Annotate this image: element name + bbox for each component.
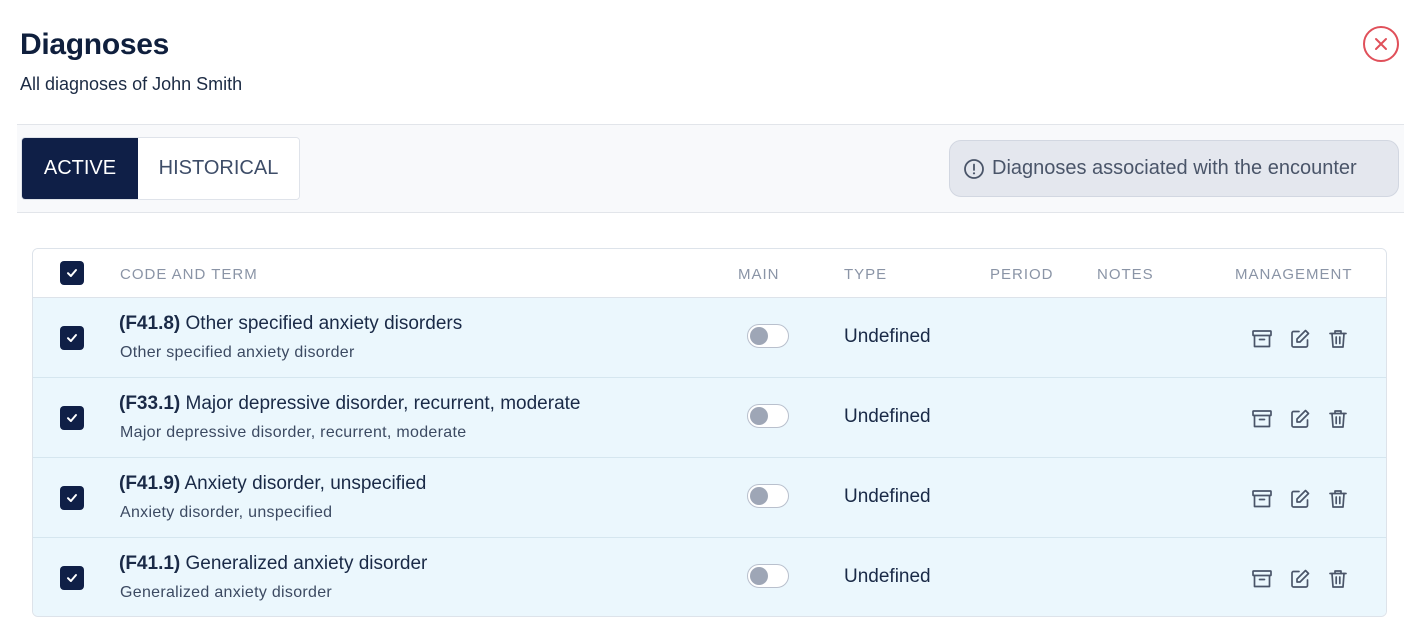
column-header-main[interactable]: MAIN xyxy=(738,266,780,283)
close-icon xyxy=(1375,38,1387,50)
trash-icon xyxy=(1329,570,1347,588)
diagnosis-code: (F41.8) xyxy=(119,313,181,334)
delete-button[interactable] xyxy=(1325,486,1351,512)
check-icon xyxy=(67,334,77,342)
diagnosis-type: Undefined xyxy=(844,406,931,427)
diagnosis-term: Generalized anxiety disorder xyxy=(185,553,428,574)
archive-icon xyxy=(1252,490,1272,508)
row-checkbox[interactable] xyxy=(60,326,84,350)
page-title: Diagnoses xyxy=(20,28,170,61)
table-row: (F41.8) Other specified anxiety disorder… xyxy=(33,298,1386,378)
table-header: CODE AND TERM MAIN TYPE PERIOD NOTES MAN… xyxy=(33,249,1386,298)
diagnosis-term: Anxiety disorder, unspecified xyxy=(184,473,427,494)
archive-button[interactable] xyxy=(1249,326,1275,352)
archive-button[interactable] xyxy=(1249,566,1275,592)
check-icon xyxy=(67,414,77,422)
diagnosis-code: (F33.1) xyxy=(119,393,181,414)
trash-icon xyxy=(1329,330,1347,348)
edit-icon xyxy=(1291,329,1310,348)
delete-button[interactable] xyxy=(1325,566,1351,592)
main-toggle[interactable] xyxy=(747,564,789,588)
tab-group: ACTIVE HISTORICAL xyxy=(21,137,300,200)
column-header-notes[interactable]: NOTES xyxy=(1097,266,1154,283)
diagnosis-type: Undefined xyxy=(844,326,931,347)
archive-icon xyxy=(1252,330,1272,348)
table-row: (F33.1) Major depressive disorder, recur… xyxy=(33,378,1386,458)
row-checkbox[interactable] xyxy=(60,406,84,430)
tab-historical[interactable]: HISTORICAL xyxy=(138,138,299,199)
trash-icon xyxy=(1329,490,1347,508)
edit-button[interactable] xyxy=(1287,326,1313,352)
column-header-type[interactable]: TYPE xyxy=(844,266,887,283)
edit-button[interactable] xyxy=(1287,406,1313,432)
delete-button[interactable] xyxy=(1325,326,1351,352)
diagnosis-description: Other specified anxiety disorder xyxy=(120,344,355,361)
toggle-knob xyxy=(750,407,768,425)
page-header: Diagnoses All diagnoses of John Smith xyxy=(20,28,242,95)
info-icon xyxy=(964,158,984,179)
diagnosis-code: (F41.9) xyxy=(119,473,181,494)
archive-button[interactable] xyxy=(1249,406,1275,432)
tab-active[interactable]: ACTIVE xyxy=(22,138,138,199)
edit-icon xyxy=(1291,569,1310,588)
delete-button[interactable] xyxy=(1325,406,1351,432)
diagnoses-table: CODE AND TERM MAIN TYPE PERIOD NOTES MAN… xyxy=(32,248,1387,617)
edit-icon xyxy=(1291,409,1310,428)
diagnosis-title: (F41.9) Anxiety disorder, unspecified xyxy=(119,473,426,495)
encounter-info-text: Diagnoses associated with the encounter xyxy=(992,157,1357,179)
diagnosis-title: (F33.1) Major depressive disorder, recur… xyxy=(119,393,581,415)
diagnosis-title: (F41.8) Other specified anxiety disorder… xyxy=(119,313,462,335)
diagnosis-description: Major depressive disorder, recurrent, mo… xyxy=(120,424,467,441)
edit-icon xyxy=(1291,489,1310,508)
diagnosis-type: Undefined xyxy=(844,566,931,587)
close-button[interactable] xyxy=(1363,26,1399,62)
diagnosis-title: (F41.1) Generalized anxiety disorder xyxy=(119,553,427,575)
trash-icon xyxy=(1329,410,1347,428)
main-toggle[interactable] xyxy=(747,484,789,508)
diagnosis-type: Undefined xyxy=(844,486,931,507)
table-row: (F41.1) Generalized anxiety disorder Gen… xyxy=(33,538,1386,616)
table-row: (F41.9) Anxiety disorder, unspecified An… xyxy=(33,458,1386,538)
encounter-info-badge: Diagnoses associated with the encounter xyxy=(949,140,1399,197)
archive-icon xyxy=(1252,570,1272,588)
edit-button[interactable] xyxy=(1287,486,1313,512)
column-header-code-and-term[interactable]: CODE AND TERM xyxy=(120,266,258,283)
diagnosis-term: Major depressive disorder, recurrent, mo… xyxy=(185,393,581,414)
page-subtitle: All diagnoses of John Smith xyxy=(20,74,243,94)
diagnosis-code: (F41.1) xyxy=(119,553,181,574)
diagnosis-description: Generalized anxiety disorder xyxy=(120,584,333,601)
diagnosis-term: Other specified anxiety disorders xyxy=(185,313,463,334)
archive-button[interactable] xyxy=(1249,486,1275,512)
archive-icon xyxy=(1252,410,1272,428)
main-toggle[interactable] xyxy=(747,324,789,348)
toggle-knob xyxy=(750,567,768,585)
toggle-knob xyxy=(750,327,768,345)
row-checkbox[interactable] xyxy=(60,566,84,590)
diagnosis-description: Anxiety disorder, unspecified xyxy=(120,504,333,521)
column-header-management[interactable]: MANAGEMENT xyxy=(1235,266,1353,283)
toggle-knob xyxy=(750,487,768,505)
select-all-checkbox[interactable] xyxy=(60,261,84,285)
edit-button[interactable] xyxy=(1287,566,1313,592)
check-icon xyxy=(67,494,77,502)
row-checkbox[interactable] xyxy=(60,486,84,510)
main-toggle[interactable] xyxy=(747,404,789,428)
tab-bar: ACTIVE HISTORICAL Diagnoses associated w… xyxy=(17,124,1404,213)
column-header-period[interactable]: PERIOD xyxy=(990,266,1054,283)
check-icon xyxy=(67,269,77,277)
check-icon xyxy=(67,574,77,582)
